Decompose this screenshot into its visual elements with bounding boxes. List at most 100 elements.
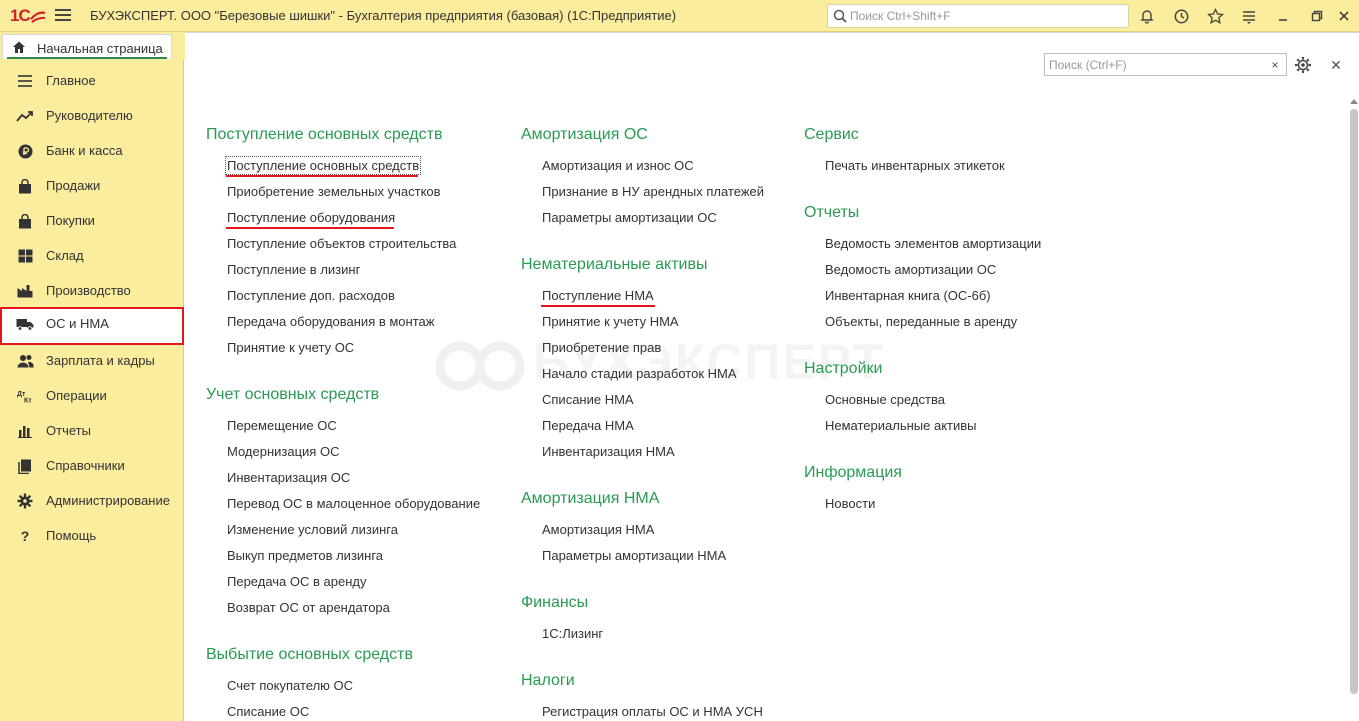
link-ia-depr-params[interactable]: Параметры амортизации НМА [542,548,726,563]
sections-sidebar: Главное Руководителю Банк и касса Продаж… [0,60,184,721]
clear-icon: × [1271,57,1279,72]
sidebar-item-label: Производство [46,283,131,298]
link-settings-ia[interactable]: Нематериальные активы [825,418,977,433]
link-fa-transfer[interactable]: Перемещение ОС [227,418,337,433]
page-settings-button[interactable] [1293,55,1313,75]
link-inventory-book[interactable]: Инвентарная книга (ОС-6б) [825,288,991,303]
link-usn-payment[interactable]: Регистрация оплаты ОС и НМА УСН [542,704,763,719]
link-fa-rent-return[interactable]: Возврат ОС от арендатора [227,600,390,615]
sidebar-item-manager[interactable]: Руководителю [0,99,184,134]
link-fa-receipt[interactable]: Поступление основных средств [224,156,422,175]
link-leasing-buyout[interactable]: Выкуп предметов лизинга [227,548,383,563]
home-page-content: × ✕ БУХЭКСПЕРТ Поступление основных сред… [185,32,1359,721]
app-logo-text: 1С [10,6,31,25]
link-rd-start[interactable]: Начало стадии разработок НМА [542,366,737,381]
group-title-reports: Отчеты [804,204,860,221]
global-search[interactable] [827,4,1129,28]
sidebar-item-label: Руководителю [46,108,133,123]
home-icon [13,41,25,53]
main-menu-icon[interactable] [55,9,71,23]
link-inventory-labels[interactable]: Печать инвентарных этикеток [825,158,1005,173]
link-fa-write-off[interactable]: Списание ОС [227,704,309,719]
favorites-star-icon[interactable] [1205,6,1225,26]
sidebar-item-label: ОС и НМА [46,316,109,331]
sidebar-item-label: Главное [46,73,96,88]
warehouse-icon [16,248,34,264]
page-search-input[interactable] [1049,56,1259,73]
link-fa-invoice[interactable]: Счет покупателю ОС [227,678,353,693]
sidebar-item-warehouse[interactable]: Склад [0,239,184,274]
group-title-taxes: Налоги [521,672,575,689]
sidebar-item-main[interactable]: Главное [0,64,184,99]
link-fa-rent-out[interactable]: Передача ОС в аренду [227,574,366,589]
sidebar-item-reports[interactable]: Отчеты [0,414,184,449]
sidebar-item-label: Банк и касса [46,143,123,158]
link-depr-elements-report[interactable]: Ведомость элементов амортизации [825,236,1041,251]
sidebar-item-production[interactable]: Производство [0,274,184,309]
books-icon [16,458,34,474]
people-icon [16,353,34,369]
gear-icon [16,493,34,509]
link-1c-leasing[interactable]: 1С:Лизинг [542,626,603,641]
close-page-button[interactable]: ✕ [1327,55,1345,75]
link-leasing-receipt[interactable]: Поступление в лизинг [227,262,360,277]
tab-home-page[interactable]: Начальная страница [2,34,172,59]
link-equipment-receipt[interactable]: Поступление оборудования [227,210,395,225]
link-settings-fa[interactable]: Основные средства [825,392,945,407]
link-fa-modernization[interactable]: Модернизация ОС [227,444,339,459]
link-rights-acquisition[interactable]: Приобретение прав [542,340,661,355]
sidebar-item-purchases[interactable]: Покупки [0,204,184,239]
link-ia-inventory[interactable]: Инвентаризация НМА [542,444,675,459]
history-icon[interactable] [1171,6,1191,26]
sidebar-item-fixed-assets[interactable]: ОС и НМА [0,307,184,345]
link-construction-receipt[interactable]: Поступление объектов строительства [227,236,456,251]
sidebar-item-help[interactable]: ? Помощь [0,519,184,554]
settings-menu-icon[interactable] [1239,6,1259,26]
app-logo[interactable]: 1С [10,6,46,26]
sidebar-item-salary[interactable]: Зарплата и кадры [0,344,184,379]
clear-search-button[interactable]: × [1264,53,1287,76]
link-fa-depr-report[interactable]: Ведомость амортизации ОС [825,262,996,277]
link-ia-write-off[interactable]: Списание НМА [542,392,634,407]
restore-icon[interactable] [1307,6,1327,26]
link-news[interactable]: Новости [825,496,875,511]
link-fa-acceptance[interactable]: Принятие к учету ОС [227,340,354,355]
window-title: БУХЭКСПЕРТ. ООО "Березовые шишки" - Бухг… [90,8,677,23]
link-leasing-change[interactable]: Изменение условий лизинга [227,522,398,537]
link-mounting-transfer[interactable]: Передача оборудования в монтаж [227,314,434,329]
sidebar-item-bank[interactable]: Банк и касса [0,134,184,169]
close-window-icon[interactable] [1334,6,1354,26]
link-ia-depreciation[interactable]: Амортизация НМА [542,522,654,537]
link-depreciation-wear[interactable]: Амортизация и износ ОС [542,158,694,173]
sidebar-item-administration[interactable]: Администрирование [0,484,184,519]
link-ia-acceptance[interactable]: Принятие к учету НМА [542,314,679,329]
bar-chart-icon [16,423,34,439]
truck-icon [16,316,34,332]
question-icon: ? [20,528,30,544]
scroll-up-icon[interactable] [1350,99,1358,104]
link-extra-costs[interactable]: Поступление доп. расходов [227,288,395,303]
sidebar-item-catalogs[interactable]: Справочники [0,449,184,484]
link-fa-inventory[interactable]: Инвентаризация ОС [227,470,350,485]
minimize-icon[interactable] [1273,6,1293,26]
link-rented-objects[interactable]: Объекты, переданные в аренду [825,314,1017,329]
global-search-input[interactable] [850,7,1120,25]
shopping-cart-icon [16,213,34,229]
gear-icon [1295,57,1311,73]
link-ia-transfer[interactable]: Передача НМА [542,418,634,433]
scrollbar-thumb[interactable] [1350,109,1358,694]
notifications-bell-icon[interactable] [1137,6,1157,26]
link-ia-receipt[interactable]: Поступление НМА [542,288,654,303]
group-title-fa-disposal: Выбытие основных средств [206,646,413,663]
dt-kt-icon: Дт Кт [16,388,34,404]
group-title-fa-receipt: Поступление основных средств [206,126,443,143]
link-fa-low-value[interactable]: Перевод ОС в малоценное оборудование [227,496,480,511]
page-search[interactable] [1044,53,1287,76]
link-fa-depr-params[interactable]: Параметры амортизации ОС [542,210,717,225]
link-land-acquisition[interactable]: Приобретение земельных участков [227,184,441,199]
sidebar-item-operations[interactable]: Дт Кт Операции [0,379,184,414]
sidebar-item-sales[interactable]: Продажи [0,169,184,204]
vertical-scrollbar[interactable] [1349,99,1359,721]
link-lease-payments[interactable]: Признание в НУ арендных платежей [542,184,764,199]
highlight-underline [226,227,394,229]
